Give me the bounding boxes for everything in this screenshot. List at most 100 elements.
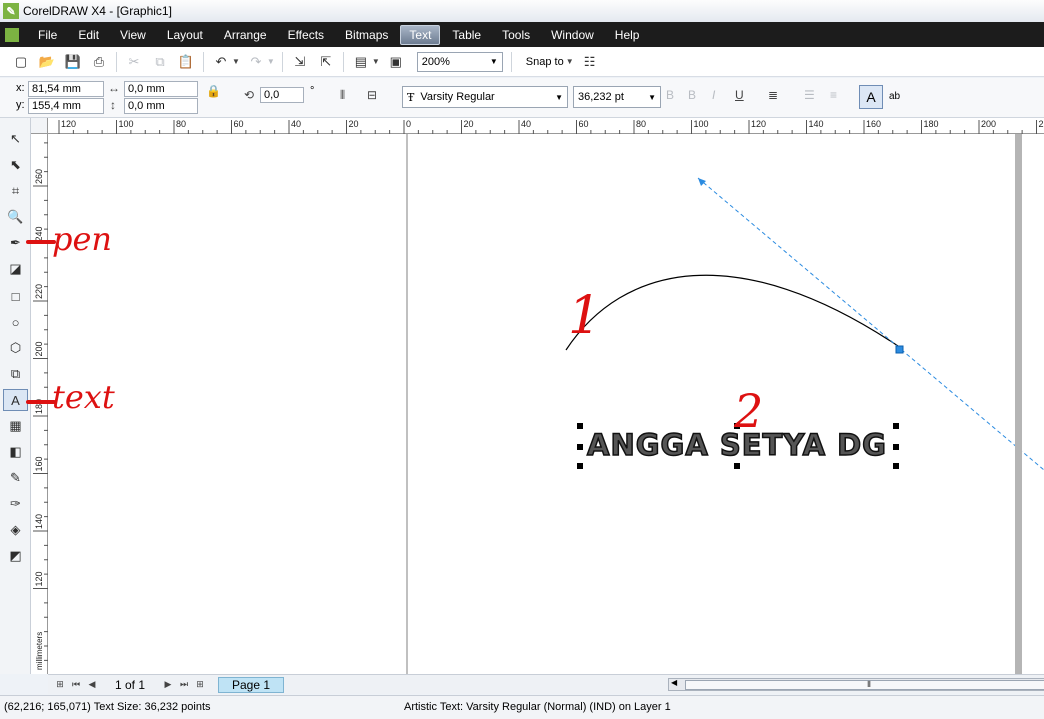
mirror-vertical-icon[interactable]: ⊟ — [367, 88, 377, 102]
menu-window[interactable]: Window — [542, 25, 603, 45]
menu-edit[interactable]: Edit — [69, 25, 108, 45]
redo-dropdown-icon[interactable]: ▼ — [267, 57, 275, 66]
lock-ratio-icon[interactable]: 🔒 — [206, 84, 221, 98]
vertical-ruler[interactable]: 260 240 220 200 180 160 140 120 millimeters — [31, 134, 48, 674]
last-page-icon[interactable]: ⏭ — [176, 679, 192, 690]
ruler-origin[interactable] — [31, 118, 48, 134]
ruler-tick-label: 220 — [34, 284, 44, 299]
underline-icon[interactable]: U — [735, 88, 744, 102]
smart-fill-icon[interactable]: ◪ — [3, 258, 28, 280]
menu-view[interactable]: View — [111, 25, 155, 45]
menu-table[interactable]: Table — [443, 25, 490, 45]
rectangle-tool-icon[interactable]: □ — [3, 285, 28, 307]
title-bar: ✎ CorelDRAW X4 - [Graphic1] — [0, 0, 1044, 22]
bold-alt-icon[interactable]: B — [688, 88, 696, 102]
rotation-angle-field[interactable]: 0,0 — [260, 87, 304, 103]
basic-shapes-icon[interactable]: ⧉ — [3, 363, 28, 385]
font-size-select[interactable]: 36,232 pt ▼ — [573, 86, 661, 108]
document-icon[interactable] — [5, 27, 19, 42]
interactive-blend-icon[interactable]: ◧ — [3, 441, 28, 463]
menu-file[interactable]: File — [29, 25, 66, 45]
page-tab[interactable]: Page 1 — [218, 676, 284, 693]
outline-pen-icon[interactable]: ✑ — [3, 493, 28, 515]
cut-icon[interactable]: ✂ — [123, 51, 145, 73]
insert-page-before-icon[interactable]: ⊞ — [52, 679, 68, 690]
text-mode-label[interactable]: ab — [889, 91, 900, 102]
previous-page-icon[interactable]: ◀ — [84, 679, 100, 690]
options-checklist-icon[interactable]: ☷ — [579, 51, 601, 73]
export-icon[interactable]: ⇱ — [315, 51, 337, 73]
font-family-select[interactable]: Ŧ Varsity Regular ▼ — [402, 86, 568, 108]
print-icon[interactable]: ⎙ — [88, 51, 110, 73]
redo-icon[interactable]: ↷ — [245, 51, 267, 73]
coreldraw-app-icon[interactable]: ✎ — [3, 3, 19, 19]
undo-icon[interactable]: ↶ — [210, 51, 232, 73]
copy-icon[interactable]: ⧉ — [149, 51, 171, 73]
horizontal-ruler[interactable]: 120 100 80 60 40 20 0 20 40 60 80 100 120 140 160 180 20… — [48, 118, 1044, 134]
menu-help[interactable]: Help — [606, 25, 649, 45]
next-page-icon[interactable]: ▶ — [160, 679, 176, 690]
menu-bitmaps[interactable]: Bitmaps — [336, 25, 397, 45]
first-page-icon[interactable]: ⏮ — [68, 679, 84, 690]
open-icon[interactable]: 📂 — [36, 51, 58, 73]
horizontal-scrollbar[interactable]: ◀ ⦀ — [668, 678, 1044, 691]
ruler-tick-label: 60 — [579, 119, 589, 129]
polygon-tool-icon[interactable]: ⬡ — [3, 337, 28, 359]
welcome-screen-icon[interactable]: ▣ — [385, 51, 407, 73]
horizontal-alignment-icon[interactable]: ≣ — [768, 88, 778, 102]
import-icon[interactable]: ⇲ — [289, 51, 311, 73]
interactive-fill-icon[interactable]: ◩ — [3, 545, 28, 567]
mirror-horizontal-icon[interactable]: ⫴ — [340, 88, 345, 103]
ruler-tick-label: 240 — [34, 226, 44, 241]
new-document-icon[interactable]: ▢ — [10, 51, 32, 73]
menu-arrange[interactable]: Arrange — [215, 25, 276, 45]
snap-dropdown-icon[interactable]: ▼ — [566, 57, 574, 66]
menu-text[interactable]: Text — [400, 24, 441, 45]
horizontal-ruler-ticks: 120 100 80 60 40 20 0 20 40 60 80 100 120 140 160 180 20… — [58, 119, 1044, 134]
menu-tools[interactable]: Tools — [493, 25, 539, 45]
zoom-tool-icon[interactable]: 🔍 — [3, 206, 28, 228]
menu-layout[interactable]: Layout — [158, 25, 212, 45]
width-field[interactable]: 0,0 mm — [124, 81, 198, 97]
bold-icon[interactable]: B — [666, 88, 674, 102]
save-icon[interactable]: 💾 — [62, 51, 84, 73]
crop-tool-icon[interactable]: ⌗ — [3, 180, 28, 202]
artistic-text-icon[interactable]: A — [859, 85, 883, 109]
ruler-tick-label: 200 — [34, 341, 44, 356]
ruler-tick-label: 22 — [1039, 119, 1044, 129]
chevron-down-icon: ▼ — [489, 57, 498, 66]
ruler-tick-label: 80 — [636, 119, 646, 129]
x-position-field[interactable]: 81,54 mm — [28, 81, 104, 97]
pen-tool-icon[interactable]: ✒ — [3, 232, 28, 254]
launcher-dropdown-icon[interactable]: ▼ — [372, 57, 380, 66]
bullet-list-icon[interactable]: ☰ — [804, 88, 815, 102]
snap-to-button[interactable]: Snap to — [526, 56, 564, 68]
undo-dropdown-icon[interactable]: ▼ — [232, 57, 240, 66]
scroll-left-icon[interactable]: ◀ — [671, 678, 677, 687]
italic-icon[interactable]: I — [712, 88, 715, 102]
table-tool-icon[interactable]: ▦ — [3, 415, 28, 437]
shape-tool-icon[interactable]: ⬉ — [3, 154, 28, 176]
artistic-text-object[interactable]: ANGGA SETYA DG — [586, 427, 887, 463]
zoom-level-select[interactable]: 200% ▼ — [416, 51, 503, 72]
y-position-field[interactable]: 155,4 mm — [28, 98, 104, 114]
ellipse-tool-icon[interactable]: ○ — [3, 311, 28, 333]
status-left: (62,216; 165,071) Text Size: 36,232 poin… — [4, 701, 211, 713]
page-counter: 1 of 1 — [114, 677, 146, 692]
drawing-canvas[interactable]: ANGGA SETYA DG — [48, 134, 1044, 674]
eyedropper-tool-icon[interactable]: ✎ — [3, 467, 28, 489]
vertical-scrollbar[interactable] — [1015, 134, 1022, 674]
height-field[interactable]: 0,0 mm — [124, 98, 198, 114]
menu-effects[interactable]: Effects — [279, 25, 333, 45]
text-tool-icon[interactable]: A — [3, 389, 28, 411]
pick-tool-icon[interactable]: ↖ — [3, 128, 28, 150]
fill-tool-icon[interactable]: ◈ — [3, 519, 28, 541]
page-navigator: ⊞ ⏮ ◀ 1 of 1 ▶ ⏭ ⊞ Page 1 ◀ ⦀ — [48, 674, 1044, 694]
drop-cap-icon[interactable]: ≡ — [830, 88, 837, 102]
toolbox: ↖ ⬉ ⌗ 🔍 ✒ ◪ □ ○ ⬡ ⧉ A ▦ ◧ ✎ ✑ ◈ ◩ — [0, 118, 31, 674]
scroll-thumb[interactable]: ⦀ — [685, 680, 1044, 690]
paste-icon[interactable]: 📋 — [175, 51, 197, 73]
insert-page-after-icon[interactable]: ⊞ — [192, 679, 208, 690]
application-launcher-icon[interactable]: ▤ — [350, 51, 372, 73]
curved-path — [565, 274, 899, 351]
